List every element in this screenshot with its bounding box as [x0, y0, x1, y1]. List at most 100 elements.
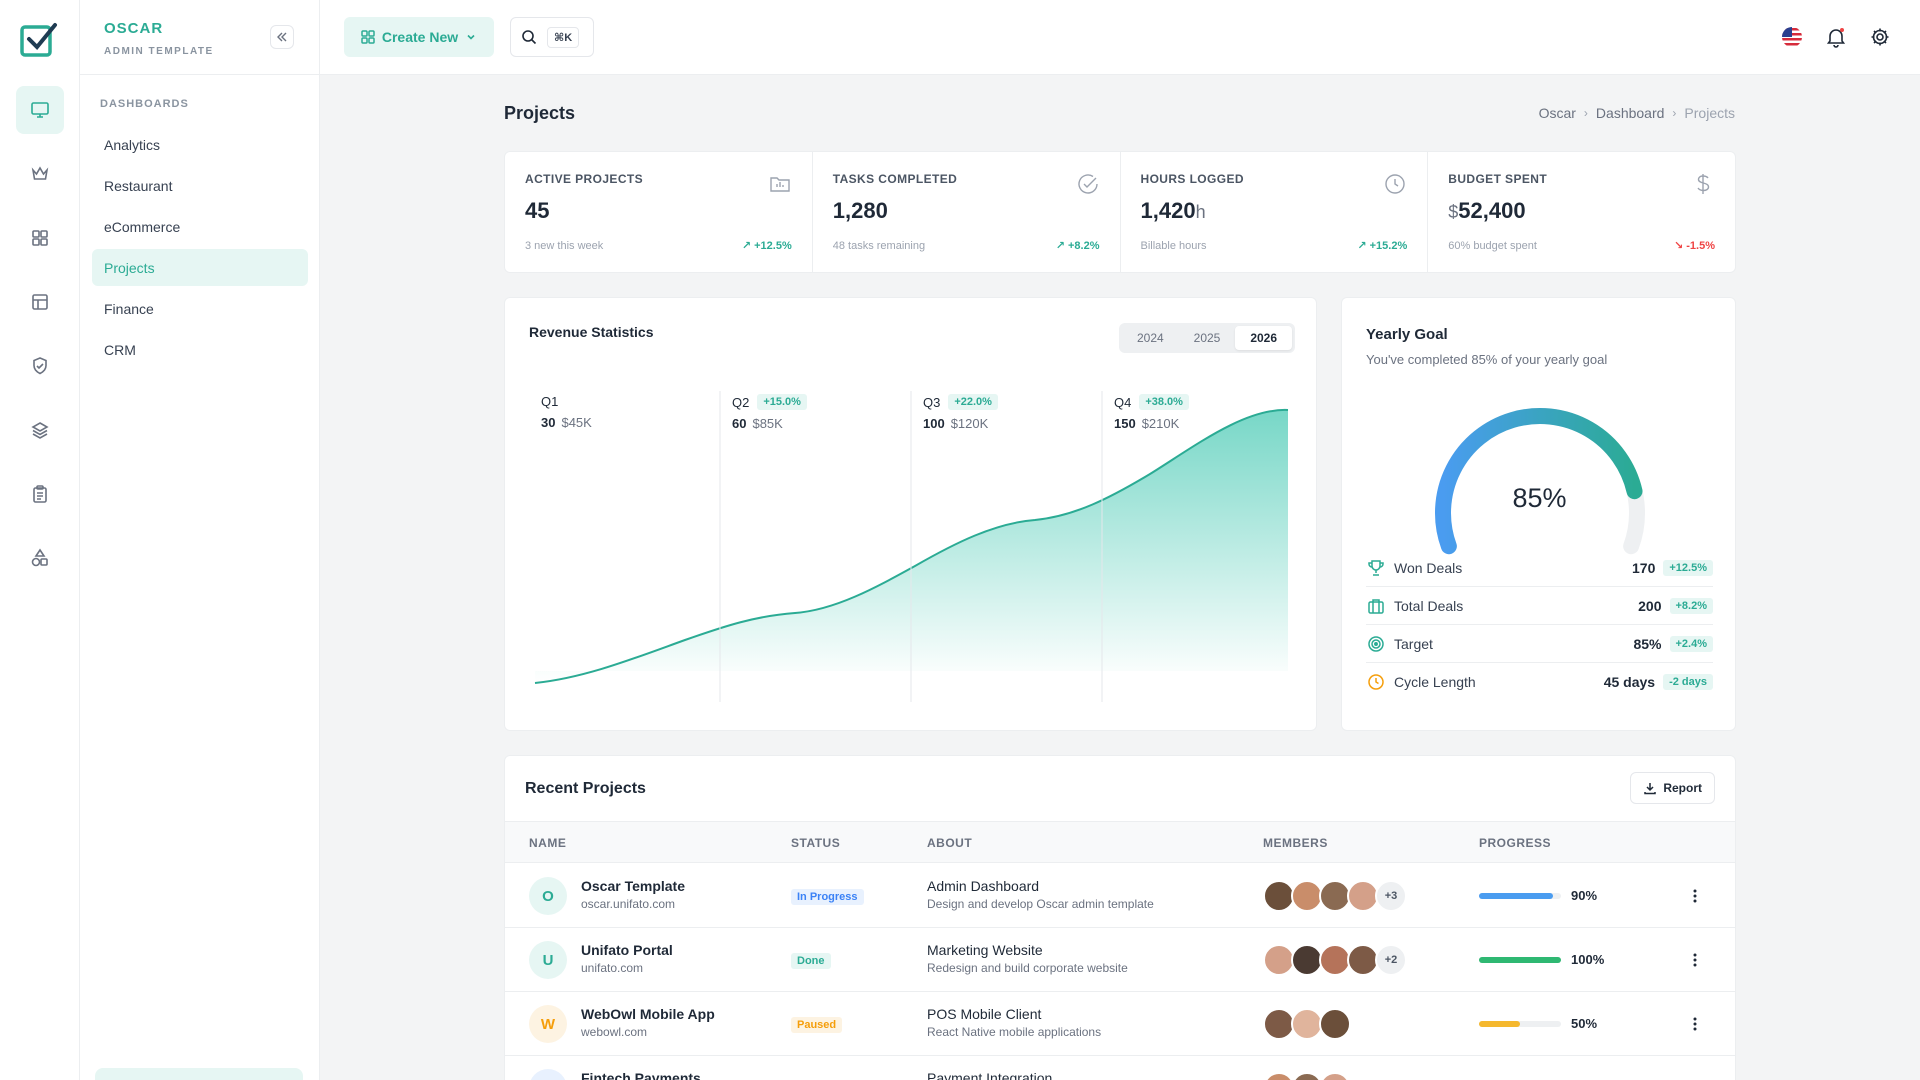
table-row[interactable]: U Unifato Portal unifato.com Done Marketing …	[505, 928, 1735, 992]
icon-rail	[0, 0, 80, 1080]
more-vertical-icon[interactable]	[1685, 950, 1705, 970]
column-header-status[interactable]: STATUS	[791, 836, 840, 850]
project-name[interactable]: Unifato Portal	[581, 942, 673, 958]
progress-bar	[1479, 1021, 1561, 1027]
goal-row-value: 170	[1632, 559, 1656, 576]
quarter-change: +15.0%	[757, 394, 807, 410]
gear-icon[interactable]	[1867, 24, 1893, 50]
sidebar-item-label: Projects	[104, 259, 155, 276]
clipboard-icon[interactable]	[16, 470, 64, 518]
project-name[interactable]: WebOwl Mobile App	[581, 1006, 715, 1022]
project-url[interactable]: oscar.unifato.com	[581, 897, 675, 911]
sidebar-item-restaurant[interactable]: Restaurant	[92, 167, 308, 204]
stat-budget-spent: BUDGET SPENT $52,400 60% budget spent ↘ …	[1428, 152, 1735, 272]
progress-fill	[1479, 1021, 1520, 1027]
search-button[interactable]: ⌘K	[510, 17, 594, 57]
quarter-name: Q1	[541, 394, 559, 409]
progress-percent: 50%	[1571, 1016, 1598, 1031]
recent-projects-card: Recent Projects Report NAME STATUS ABOUT…	[504, 755, 1736, 1080]
brand-subtitle: ADMIN TEMPLATE	[104, 46, 214, 57]
sidebar-item-finance[interactable]: Finance	[92, 290, 308, 327]
us-flag-icon[interactable]	[1779, 24, 1805, 50]
crown-icon[interactable]	[16, 150, 64, 198]
table-row[interactable]: O Oscar Template oscar.unifato.com In Progr…	[505, 864, 1735, 928]
progress-bar	[1479, 893, 1561, 899]
project-url[interactable]: unifato.com	[581, 961, 643, 975]
page-title: Projects	[504, 103, 576, 123]
sidebar-item-crm[interactable]: CRM	[92, 331, 308, 368]
check-circle-icon	[1076, 172, 1100, 196]
progress-percent: 100%	[1571, 952, 1605, 967]
goal-row-cycle-length: Cycle Length 45 days -2 days	[1366, 663, 1713, 701]
column-header-name[interactable]: NAME	[529, 836, 566, 850]
column-header-about[interactable]: ABOUT	[927, 836, 972, 850]
quarter-change: +22.0%	[948, 394, 998, 410]
monitor-icon[interactable]	[16, 86, 64, 134]
shapes-icon[interactable]	[16, 534, 64, 582]
sidebar-item-analytics[interactable]: Analytics	[92, 126, 308, 163]
table-row[interactable]: W WebOwl Mobile App webowl.com Paused POS Mo…	[505, 992, 1735, 1056]
breadcrumb-item[interactable]: Dashboard	[1596, 105, 1665, 121]
members-more[interactable]: +2	[1375, 944, 1407, 976]
shield-check-icon[interactable]	[16, 342, 64, 390]
table-row[interactable]: F Fintech Payments Payment Integration	[505, 1056, 1735, 1080]
sidebar-item-ecommerce[interactable]: eCommerce	[92, 208, 308, 245]
quarter-count: 60	[732, 416, 747, 431]
goal-row-change: +12.5%	[1663, 559, 1713, 576]
briefcase-icon	[1366, 596, 1386, 616]
brand: OSCAR ADMIN TEMPLATE	[80, 0, 319, 75]
chevron-right-icon: ›	[1672, 106, 1677, 120]
members-stack: +2	[1263, 944, 1407, 976]
project-url[interactable]: webowl.com	[581, 1025, 647, 1039]
member-avatar[interactable]	[1263, 1072, 1295, 1080]
project-name[interactable]: Fintech Payments	[581, 1070, 701, 1080]
stat-change: ↘ -1.5%	[1673, 240, 1715, 252]
quarter-amount: $210K	[1141, 416, 1180, 431]
sidebar-item-label: CRM	[104, 341, 136, 358]
more-vertical-icon[interactable]	[1685, 1014, 1705, 1034]
stat-change-value: -1.5%	[1686, 240, 1715, 252]
column-header-members[interactable]: MEMBERS	[1263, 836, 1328, 850]
app-logo-icon[interactable]	[19, 19, 59, 59]
members-stack	[1263, 1072, 1351, 1080]
bell-icon[interactable]	[1823, 24, 1849, 50]
member-avatar[interactable]	[1319, 1008, 1351, 1040]
grid-icon[interactable]	[16, 214, 64, 262]
sidebar-item-projects[interactable]: Projects	[92, 249, 308, 286]
create-new-button[interactable]: Create New	[344, 17, 494, 57]
column-header-progress[interactable]: PROGRESS	[1479, 836, 1551, 850]
clock-icon	[1366, 672, 1386, 692]
stat-change-value: +15.2%	[1369, 240, 1408, 252]
member-avatar[interactable]	[1291, 1072, 1323, 1080]
sidebar: OSCAR ADMIN TEMPLATE DASHBOARDS Analytic…	[80, 0, 320, 1080]
sidebar-section-label: DASHBOARDS	[100, 98, 189, 110]
quarter-name: Q4	[1114, 394, 1132, 410]
status-badge: Paused	[791, 1017, 843, 1033]
stat-label: ACTIVE PROJECTS	[525, 172, 644, 186]
stat-active-projects: ACTIVE PROJECTS 45 3 new this week ↗ +12…	[505, 152, 813, 272]
member-avatar[interactable]	[1319, 1072, 1351, 1080]
project-about-desc: React Native mobile applications	[927, 1025, 1102, 1039]
sidebar-nav: Analytics Restaurant eCommerce Projects …	[92, 126, 308, 372]
search-shortcut: ⌘K	[547, 26, 580, 48]
table-header: NAME STATUS ABOUT MEMBERS PROGRESS	[505, 821, 1735, 863]
more-vertical-icon[interactable]	[1685, 886, 1705, 906]
goal-row-label: Won Deals	[1394, 559, 1463, 576]
stat-hours-logged: HOURS LOGGED 1,420h Billable hours ↗ +15…	[1121, 152, 1429, 272]
stat-subtext: 48 tasks remaining	[832, 240, 926, 252]
quarter-label-q4: Q4 +38.0% 150 $210K	[1114, 394, 1189, 431]
layers-icon[interactable]	[16, 406, 64, 454]
project-name[interactable]: Oscar Template	[581, 878, 685, 894]
report-button[interactable]: Report	[1630, 772, 1715, 804]
layout-icon[interactable]	[16, 278, 64, 326]
sidebar-promo-card	[95, 1068, 303, 1080]
collapse-sidebar-button[interactable]	[270, 25, 294, 49]
stat-number: 52,400	[1458, 198, 1526, 223]
brand-name: OSCAR	[104, 20, 164, 37]
progress-percent: 90%	[1571, 888, 1598, 903]
members-more[interactable]: +3	[1375, 880, 1407, 912]
breadcrumb-item[interactable]: Oscar	[1539, 105, 1576, 121]
revenue-statistics-card: Revenue Statistics 2024 2025 2026 Q1 30 $…	[504, 297, 1317, 731]
sidebar-item-label: eCommerce	[104, 218, 181, 235]
stat-value: 1,280	[833, 198, 1100, 224]
